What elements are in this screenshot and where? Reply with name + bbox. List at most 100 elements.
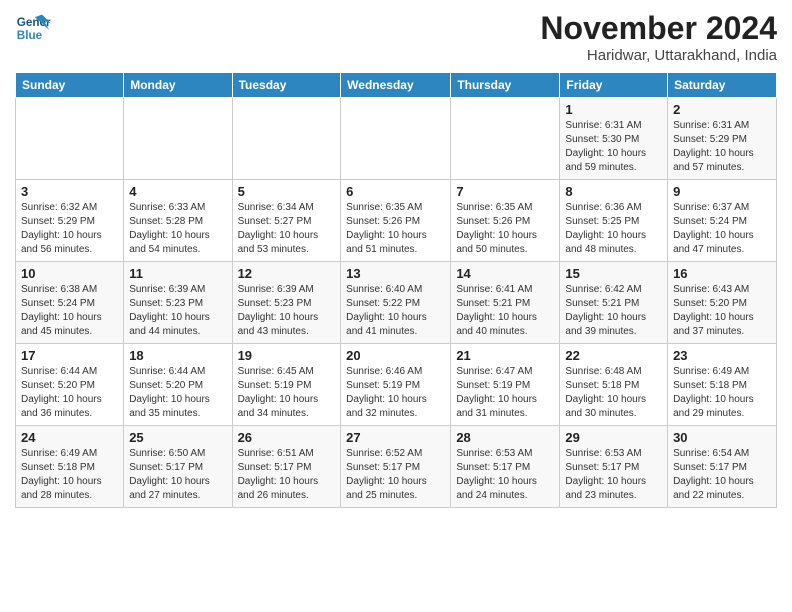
weekday-header-row: SundayMondayTuesdayWednesdayThursdayFrid…: [16, 73, 777, 98]
day-cell-29: 29 Sunrise: 6:53 AM Sunset: 5:17 PM Dayli…: [560, 426, 668, 508]
empty-cell: [341, 98, 451, 180]
day-number: 23: [673, 348, 771, 363]
day-info: Sunrise: 6:37 AM Sunset: 5:24 PM Dayligh…: [673, 201, 771, 257]
day-number: 6: [346, 184, 445, 199]
empty-cell: [232, 98, 341, 180]
week-row-5: 24 Sunrise: 6:49 AM Sunset: 5:18 PM Dayli…: [16, 426, 777, 508]
week-row-1: 1 Sunrise: 6:31 AM Sunset: 5:30 PM Daylig…: [16, 98, 777, 180]
day-number: 1: [565, 102, 662, 117]
empty-cell: [124, 98, 232, 180]
location: Haridwar, Uttarakhand, India: [540, 47, 777, 64]
day-cell-8: 8 Sunrise: 6:36 AM Sunset: 5:25 PM Daylig…: [560, 180, 668, 262]
day-info: Sunrise: 6:48 AM Sunset: 5:18 PM Dayligh…: [565, 365, 662, 421]
day-cell-19: 19Sunrise: 6:45 AM Sunset: 5:19 PM Dayli…: [232, 344, 341, 426]
day-cell-11: 11Sunrise: 6:39 AM Sunset: 5:23 PM Dayli…: [124, 262, 232, 344]
day-cell-7: 7 Sunrise: 6:35 AM Sunset: 5:26 PM Daylig…: [451, 180, 560, 262]
header: General Blue November 2024 Haridwar, Utt…: [15, 10, 777, 64]
day-cell-15: 15 Sunrise: 6:42 AM Sunset: 5:21 PM Dayli…: [560, 262, 668, 344]
day-info: Sunrise: 6:46 AM Sunset: 5:19 PM Dayligh…: [346, 365, 445, 421]
day-cell-27: 27Sunrise: 6:52 AM Sunset: 5:17 PM Dayli…: [341, 426, 451, 508]
day-info: Sunrise: 6:40 AM Sunset: 5:22 PM Dayligh…: [346, 283, 445, 339]
day-cell-17: 17 Sunrise: 6:44 AM Sunset: 5:20 PM Dayli…: [16, 344, 124, 426]
empty-cell: [451, 98, 560, 180]
day-number: 17: [21, 348, 118, 363]
day-number: 25: [129, 430, 226, 445]
day-cell-22: 22Sunrise: 6:48 AM Sunset: 5:18 PM Dayli…: [560, 344, 668, 426]
svg-text:Blue: Blue: [17, 29, 43, 42]
day-info: Sunrise: 6:41 AM Sunset: 5:21 PM Dayligh…: [456, 283, 554, 339]
day-info: Sunrise: 6:34 AM Sunset: 5:27 PM Dayligh…: [238, 201, 336, 257]
day-number: 20: [346, 348, 445, 363]
week-row-2: 3 Sunrise: 6:32 AM Sunset: 5:29 PM Daylig…: [16, 180, 777, 262]
day-number: 8: [565, 184, 662, 199]
day-cell-2: 2 Sunrise: 6:31 AM Sunset: 5:29 PM Daylig…: [668, 98, 777, 180]
day-cell-30: 30 Sunrise: 6:54 AM Sunset: 5:17 PM Dayli…: [668, 426, 777, 508]
day-number: 2: [673, 102, 771, 117]
day-number: 30: [673, 430, 771, 445]
day-cell-13: 13 Sunrise: 6:40 AM Sunset: 5:22 PM Dayli…: [341, 262, 451, 344]
day-info: Sunrise: 6:38 AM Sunset: 5:24 PM Dayligh…: [21, 283, 118, 339]
week-row-4: 17 Sunrise: 6:44 AM Sunset: 5:20 PM Dayli…: [16, 344, 777, 426]
weekday-tuesday: Tuesday: [232, 73, 341, 98]
day-cell-1: 1 Sunrise: 6:31 AM Sunset: 5:30 PM Daylig…: [560, 98, 668, 180]
day-number: 10: [21, 266, 118, 281]
day-cell-20: 20 Sunrise: 6:46 AM Sunset: 5:19 PM Dayli…: [341, 344, 451, 426]
day-info: Sunrise: 6:35 AM Sunset: 5:26 PM Dayligh…: [456, 201, 554, 257]
week-row-3: 10 Sunrise: 6:38 AM Sunset: 5:24 PM Dayli…: [16, 262, 777, 344]
day-cell-9: 9 Sunrise: 6:37 AM Sunset: 5:24 PM Daylig…: [668, 180, 777, 262]
month-title: November 2024: [540, 10, 777, 47]
day-info: Sunrise: 6:49 AM Sunset: 5:18 PM Dayligh…: [673, 365, 771, 421]
day-info: Sunrise: 6:47 AM Sunset: 5:19 PM Dayligh…: [456, 365, 554, 421]
title-block: November 2024 Haridwar, Uttarakhand, Ind…: [540, 10, 777, 64]
weekday-saturday: Saturday: [668, 73, 777, 98]
weekday-wednesday: Wednesday: [341, 73, 451, 98]
day-info: Sunrise: 6:53 AM Sunset: 5:17 PM Dayligh…: [565, 447, 662, 503]
day-info: Sunrise: 6:31 AM Sunset: 5:29 PM Dayligh…: [673, 119, 771, 175]
day-number: 18: [129, 348, 226, 363]
day-number: 24: [21, 430, 118, 445]
day-number: 7: [456, 184, 554, 199]
day-number: 11: [129, 266, 226, 281]
day-cell-21: 21 Sunrise: 6:47 AM Sunset: 5:19 PM Dayli…: [451, 344, 560, 426]
day-cell-5: 5Sunrise: 6:34 AM Sunset: 5:27 PM Daylig…: [232, 180, 341, 262]
day-number: 12: [238, 266, 336, 281]
day-cell-24: 24 Sunrise: 6:49 AM Sunset: 5:18 PM Dayli…: [16, 426, 124, 508]
day-number: 13: [346, 266, 445, 281]
day-number: 14: [456, 266, 554, 281]
day-number: 26: [238, 430, 336, 445]
weekday-thursday: Thursday: [451, 73, 560, 98]
day-number: 9: [673, 184, 771, 199]
day-cell-26: 26 Sunrise: 6:51 AM Sunset: 5:17 PM Dayli…: [232, 426, 341, 508]
day-info: Sunrise: 6:32 AM Sunset: 5:29 PM Dayligh…: [21, 201, 118, 257]
calendar-body: 1 Sunrise: 6:31 AM Sunset: 5:30 PM Daylig…: [16, 98, 777, 508]
day-info: Sunrise: 6:54 AM Sunset: 5:17 PM Dayligh…: [673, 447, 771, 503]
day-number: 15: [565, 266, 662, 281]
day-info: Sunrise: 6:45 AM Sunset: 5:19 PM Dayligh…: [238, 365, 336, 421]
day-number: 21: [456, 348, 554, 363]
day-info: Sunrise: 6:31 AM Sunset: 5:30 PM Dayligh…: [565, 119, 662, 175]
day-number: 3: [21, 184, 118, 199]
empty-cell: [16, 98, 124, 180]
day-info: Sunrise: 6:42 AM Sunset: 5:21 PM Dayligh…: [565, 283, 662, 339]
day-info: Sunrise: 6:36 AM Sunset: 5:25 PM Dayligh…: [565, 201, 662, 257]
day-cell-14: 14 Sunrise: 6:41 AM Sunset: 5:21 PM Dayli…: [451, 262, 560, 344]
day-number: 29: [565, 430, 662, 445]
weekday-friday: Friday: [560, 73, 668, 98]
page: General Blue November 2024 Haridwar, Utt…: [0, 0, 792, 612]
day-info: Sunrise: 6:33 AM Sunset: 5:28 PM Dayligh…: [129, 201, 226, 257]
day-cell-10: 10 Sunrise: 6:38 AM Sunset: 5:24 PM Dayli…: [16, 262, 124, 344]
day-number: 16: [673, 266, 771, 281]
weekday-sunday: Sunday: [16, 73, 124, 98]
calendar-header: SundayMondayTuesdayWednesdayThursdayFrid…: [16, 73, 777, 98]
day-cell-6: 6Sunrise: 6:35 AM Sunset: 5:26 PM Daylig…: [341, 180, 451, 262]
logo-icon: General Blue: [15, 10, 51, 46]
day-info: Sunrise: 6:53 AM Sunset: 5:17 PM Dayligh…: [456, 447, 554, 503]
day-info: Sunrise: 6:52 AM Sunset: 5:17 PM Dayligh…: [346, 447, 445, 503]
day-cell-28: 28Sunrise: 6:53 AM Sunset: 5:17 PM Dayli…: [451, 426, 560, 508]
day-cell-12: 12Sunrise: 6:39 AM Sunset: 5:23 PM Dayli…: [232, 262, 341, 344]
day-info: Sunrise: 6:49 AM Sunset: 5:18 PM Dayligh…: [21, 447, 118, 503]
day-info: Sunrise: 6:44 AM Sunset: 5:20 PM Dayligh…: [21, 365, 118, 421]
day-info: Sunrise: 6:51 AM Sunset: 5:17 PM Dayligh…: [238, 447, 336, 503]
svg-text:General: General: [17, 16, 51, 29]
day-info: Sunrise: 6:50 AM Sunset: 5:17 PM Dayligh…: [129, 447, 226, 503]
